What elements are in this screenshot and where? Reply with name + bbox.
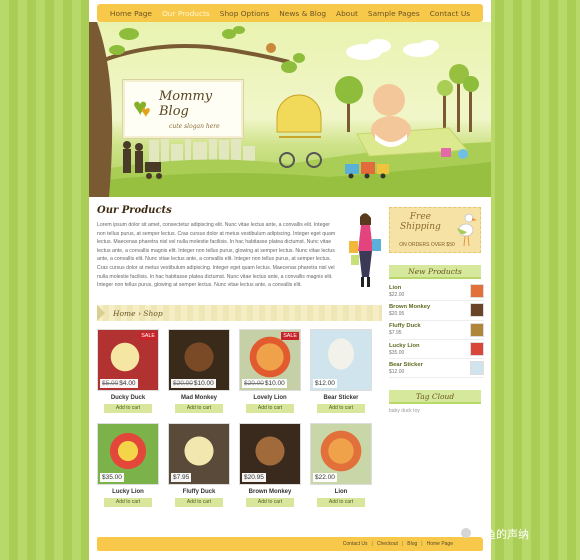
- tag-cloud-heading: Tag Cloud: [389, 390, 481, 405]
- product-grid: SALE $5.00$4.00 Ducky Duck Add to cart $…: [97, 329, 382, 507]
- product-card: $20.95 Brown Monkey Add to cart: [239, 423, 301, 507]
- nav-shop-options[interactable]: Shop Options: [215, 9, 274, 18]
- product-name[interactable]: Lovely Lion: [239, 395, 301, 401]
- sale-badge: SALE: [281, 332, 299, 340]
- price-tag: $12.00: [313, 379, 337, 388]
- product-image[interactable]: $7.95: [168, 423, 230, 485]
- product-thumbnail[interactable]: [470, 322, 484, 337]
- add-to-cart-button[interactable]: Add to cart: [317, 404, 365, 413]
- product-name[interactable]: Lion: [310, 489, 372, 495]
- list-item[interactable]: Lion $22.00: [389, 282, 484, 302]
- product-card: $22.00 Lion Add to cart: [310, 423, 372, 507]
- new-products-list: Lion $22.00 Brown Monkey $20.95 Fluffy Duc…: [389, 282, 484, 379]
- header-illustration: ♥ ♥ Mommy Blog cute slogan here: [89, 22, 491, 197]
- product-card: $35.00 Lucky Lion Add to cart: [97, 423, 159, 507]
- list-item[interactable]: Brown Monkey $20.95: [389, 301, 484, 321]
- blog-title: Mommy Blog: [159, 88, 213, 119]
- product-image[interactable]: SALE $20.00$10.00: [239, 329, 301, 391]
- product-name[interactable]: Mad Monkey: [168, 395, 230, 401]
- page-container: Home Page Our Products Shop Options News…: [89, 0, 491, 560]
- add-to-cart-button[interactable]: Add to cart: [104, 498, 152, 507]
- product-image[interactable]: $12.00: [310, 329, 372, 391]
- product-link[interactable]: Bear Sticker: [389, 362, 423, 368]
- add-to-cart-button[interactable]: Add to cart: [246, 404, 294, 413]
- wechat-icon: [461, 528, 471, 538]
- shopping-woman-image: [349, 213, 381, 287]
- product-thumbnail[interactable]: [470, 284, 484, 299]
- shipping-title: Free Shipping: [400, 212, 441, 232]
- footer-separator: |: [421, 541, 423, 547]
- breadcrumb-text: Home › Shop: [113, 308, 163, 318]
- list-item[interactable]: Bear Sticker $12.00: [389, 359, 484, 379]
- product-image[interactable]: SALE $5.00$4.00: [97, 329, 159, 391]
- product-card: SALE $20.00$10.00 Lovely Lion Add to car…: [239, 329, 301, 413]
- nav-home-page[interactable]: Home Page: [105, 9, 157, 18]
- product-card: $20.00$10.00 Mad Monkey Add to cart: [168, 329, 230, 413]
- product-link[interactable]: Brown Monkey: [389, 304, 430, 310]
- watermark-text: 飞鱼的声纳: [474, 528, 529, 541]
- blog-sign: ♥ ♥ Mommy Blog cute slogan here: [123, 80, 243, 138]
- nav-news-blog[interactable]: News & Blog: [274, 9, 331, 18]
- product-image[interactable]: $35.00: [97, 423, 159, 485]
- main-content: Our Products Lorem ipsum dolor sit amet,…: [97, 205, 382, 507]
- price-tag: $20.00$10.00: [242, 379, 287, 388]
- product-thumbnail[interactable]: [470, 361, 484, 376]
- heart-icon-small: ♥: [141, 104, 151, 121]
- product-name[interactable]: Lucky Lion: [97, 489, 159, 495]
- price-tag: $35.00: [100, 473, 124, 482]
- page-title: Our Products: [97, 205, 172, 216]
- list-item[interactable]: Fluffy Duck $7.95: [389, 321, 484, 340]
- nav-sample-pages[interactable]: Sample Pages: [363, 9, 425, 18]
- product-name[interactable]: Fluffy Duck: [168, 489, 230, 495]
- nav-our-products[interactable]: Our Products: [157, 9, 215, 18]
- blog-slogan: cute slogan here: [169, 122, 220, 130]
- price-tag: $20.95: [242, 473, 266, 482]
- intro-paragraph: Lorem ipsum dolor sit amet, consectetur …: [97, 222, 336, 289]
- product-thumbnail[interactable]: [470, 342, 484, 357]
- sidebar: Free Shipping ON ORDERS OVER $50 New Pro…: [389, 207, 484, 414]
- add-to-cart-button[interactable]: Add to cart: [175, 404, 223, 413]
- product-thumbnail[interactable]: [470, 303, 484, 318]
- nav-about[interactable]: About: [331, 9, 363, 18]
- product-name[interactable]: Ducky Duck: [97, 395, 159, 401]
- product-link[interactable]: Lucky Lion: [389, 343, 420, 349]
- breadcrumb-arrow-icon: [97, 305, 105, 321]
- new-products-heading: New Products: [389, 265, 481, 279]
- top-nav: Home Page Our Products Shop Options News…: [97, 4, 483, 22]
- price-tag: $7.95: [171, 473, 192, 482]
- product-name[interactable]: Bear Sticker: [310, 395, 372, 401]
- product-link[interactable]: Fluffy Duck: [389, 323, 421, 329]
- product-card: SALE $5.00$4.00 Ducky Duck Add to cart: [97, 329, 159, 413]
- footer-link-home[interactable]: Home Page: [427, 541, 453, 547]
- footer-link-contact[interactable]: Contact Us: [343, 541, 368, 547]
- add-to-cart-button[interactable]: Add to cart: [317, 498, 365, 507]
- free-shipping-banner[interactable]: Free Shipping ON ORDERS OVER $50: [389, 207, 481, 253]
- stork-icon: [457, 213, 477, 247]
- product-card: $12.00 Bear Sticker Add to cart: [310, 329, 372, 413]
- add-to-cart-button[interactable]: Add to cart: [175, 498, 223, 507]
- product-name[interactable]: Brown Monkey: [239, 489, 301, 495]
- price-tag: $22.00: [313, 473, 337, 482]
- footer-link-blog[interactable]: Blog: [407, 541, 417, 547]
- product-image[interactable]: $22.00: [310, 423, 372, 485]
- list-item[interactable]: Lucky Lion $35.00: [389, 340, 484, 360]
- price-tag: $5.00$4.00: [100, 379, 138, 388]
- tag-cloud[interactable]: baby duck toy: [389, 408, 484, 414]
- breadcrumb: Home › Shop: [97, 305, 382, 321]
- product-link[interactable]: Lion: [389, 285, 404, 291]
- shipping-subtitle: ON ORDERS OVER $50: [399, 242, 455, 248]
- footer-separator: |: [401, 541, 404, 547]
- product-card: $7.95 Fluffy Duck Add to cart: [168, 423, 230, 507]
- add-to-cart-button[interactable]: Add to cart: [246, 498, 294, 507]
- product-image[interactable]: $20.00$10.00: [168, 329, 230, 391]
- footer-separator: |: [371, 541, 373, 547]
- footer-bar: Contact Us | Checkout | Blog | Home Page: [97, 537, 483, 551]
- price-tag: $20.00$10.00: [171, 379, 216, 388]
- footer-link-checkout[interactable]: Checkout: [377, 541, 398, 547]
- sale-badge: SALE: [139, 332, 157, 340]
- product-image[interactable]: $20.95: [239, 423, 301, 485]
- nav-contact-us[interactable]: Contact Us: [425, 9, 475, 18]
- add-to-cart-button[interactable]: Add to cart: [104, 404, 152, 413]
